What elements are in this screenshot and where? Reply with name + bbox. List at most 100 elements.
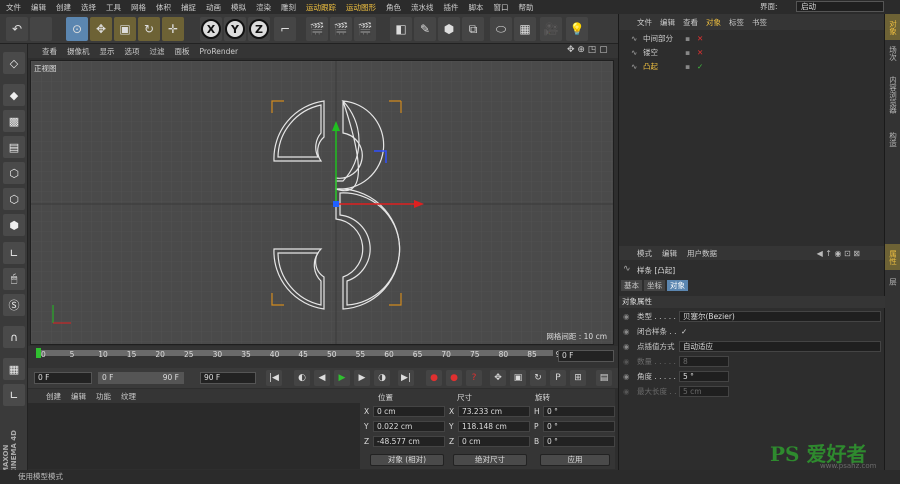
viewport-menu-item[interactable]: ProRender (200, 47, 239, 56)
menu-item[interactable]: 插件 (444, 2, 459, 13)
polygons-mode-icon[interactable]: ⬢ (3, 214, 25, 236)
keyframe-selection-icon[interactable]: ? (466, 370, 482, 386)
attribute-menu-item[interactable]: 模式 (637, 248, 652, 259)
viewport-menu-item[interactable]: 选项 (125, 46, 140, 57)
menu-item[interactable]: 创建 (56, 2, 71, 13)
menu-item[interactable]: 雕刻 (281, 2, 296, 13)
side-tab[interactable]: 层 (885, 272, 900, 292)
object-manager-tab[interactable]: 书签 (752, 17, 767, 28)
attribute-menu-item[interactable]: 用户数据 (687, 248, 717, 259)
rotation-field-h[interactable]: 0 ° (543, 406, 615, 417)
menu-item[interactable]: 流水线 (411, 2, 434, 13)
disabled-x-icon[interactable]: ✕ (697, 32, 703, 45)
attribute-select[interactable]: 贝塞尔(Bezier) (679, 311, 881, 322)
key-move-icon[interactable]: ✥ (490, 370, 506, 386)
animation-dot-icon[interactable]: ◉ (623, 340, 630, 353)
z-axis-lock-button[interactable]: Z (248, 17, 270, 41)
size-mode-select[interactable]: 绝对尺寸 (453, 454, 527, 466)
viewport-menu-item[interactable]: 查看 (42, 46, 57, 57)
attribute-number-field[interactable]: 5 cm (679, 386, 729, 397)
x-axis-lock-button[interactable]: X (200, 17, 222, 41)
animation-dot-icon[interactable]: ◉ (623, 355, 630, 368)
magnet-icon[interactable]: ∩ (3, 326, 25, 348)
viewport-nav-icons[interactable]: ✥ ⊕ ◳ ▢ (567, 45, 608, 55)
attribute-nav-icons[interactable]: ◀ ↑ ◉ ⊡ ⊠ (817, 249, 860, 258)
viewport-menu-item[interactable]: 摄像机 (67, 46, 90, 57)
viewport-menu-item[interactable]: 过滤 (150, 46, 165, 57)
material-menu-item[interactable]: 编辑 (71, 391, 86, 402)
auto-key-icon[interactable]: ● (446, 370, 462, 386)
attribute-menu-item[interactable]: 编辑 (662, 248, 677, 259)
side-tab[interactable]: 属性 (885, 244, 900, 270)
visibility-icon[interactable]: ▪ (685, 46, 690, 59)
menu-item[interactable]: 动画 (206, 2, 221, 13)
attribute-select[interactable]: 自动适应 (679, 341, 881, 352)
next-frame-icon[interactable]: ▶ (354, 370, 370, 386)
subdivision-icon[interactable]: ⬢ (438, 17, 460, 41)
apply-button[interactable]: 应用 (540, 454, 610, 466)
position-field-y[interactable]: 0.022 cm (373, 421, 445, 432)
redo-icon[interactable] (30, 17, 52, 41)
disabled-x-icon[interactable]: ✕ (697, 46, 703, 59)
viewport-menu-item[interactable]: 显示 (100, 46, 115, 57)
viewport-front[interactable]: 正视图 网格间距 : 10 cm (30, 60, 614, 345)
object-row[interactable]: ∿ 镂空 ▪ ✕ (619, 46, 885, 59)
render-settings-icon[interactable]: 🎬 (354, 17, 376, 41)
texture-mode-icon[interactable]: ▩ (3, 110, 25, 132)
viewport-menu-item[interactable]: 面板 (175, 46, 190, 57)
render-view-icon[interactable]: 🎬 (306, 17, 328, 41)
grid-lock-icon[interactable]: ▦ (3, 358, 25, 380)
closed-spline-checkbox[interactable]: ✓ (681, 325, 687, 338)
rotation-field-p[interactable]: 0 ° (543, 421, 615, 432)
goto-start-icon[interactable]: |◀ (266, 370, 282, 386)
key-rotate-icon[interactable]: ↻ (530, 370, 546, 386)
menu-item[interactable]: 角色 (386, 2, 401, 13)
key-scale-icon[interactable]: ▣ (510, 370, 526, 386)
key-param-icon[interactable]: P (550, 370, 566, 386)
size-field-y[interactable]: 118.148 cm (458, 421, 530, 432)
animation-dot-icon[interactable]: ◉ (623, 325, 630, 338)
prev-key-icon[interactable]: ◐ (294, 370, 310, 386)
attribute-tab[interactable]: 基本 (621, 280, 642, 291)
menu-item[interactable]: 帮助 (519, 2, 534, 13)
menu-item[interactable]: 选择 (81, 2, 96, 13)
menu-item[interactable]: 脚本 (469, 2, 484, 13)
timeline[interactable]: 051015202530354045505560657075808590 0 F (28, 346, 618, 368)
animation-dot-icon[interactable]: ◉ (623, 370, 630, 383)
side-tab[interactable]: 构造 (885, 126, 900, 152)
undo-icon[interactable]: ↶ (6, 17, 28, 41)
light-icon[interactable]: 💡 (566, 17, 588, 41)
material-menu-item[interactable]: 功能 (96, 391, 111, 402)
menu-item[interactable]: 渲染 (256, 2, 271, 13)
record-icon[interactable]: ● (426, 370, 442, 386)
visibility-icon[interactable]: ▪ (685, 60, 690, 73)
attribute-number-field[interactable]: 8 (679, 356, 729, 367)
viewport-canvas[interactable] (31, 61, 614, 345)
array-icon[interactable]: ⧉ (462, 17, 484, 41)
position-field-x[interactable]: 0 cm (373, 406, 445, 417)
current-frame-field[interactable]: 0 F (558, 350, 614, 362)
workplane-icon[interactable]: ▤ (3, 136, 25, 158)
side-tab[interactable]: 对象 (885, 14, 900, 40)
prev-frame-icon[interactable]: ◀ (314, 370, 330, 386)
menu-item[interactable]: 运动图形 (346, 2, 376, 13)
deformer-icon[interactable]: ⬭ (490, 17, 512, 41)
snap-icon[interactable]: Ⓢ (3, 294, 25, 316)
rotate-tool-icon[interactable]: ↻ (138, 17, 160, 41)
move-tool-icon[interactable]: ✥ (90, 17, 112, 41)
object-row[interactable]: ∿ 中间部分 ▪ ✕ (619, 32, 885, 45)
attribute-tab[interactable]: 对象 (667, 280, 688, 291)
size-field-z[interactable]: 0 cm (458, 436, 530, 447)
select-tool-icon[interactable]: ⊙ (66, 17, 88, 41)
camera-icon[interactable]: 🎥 (540, 17, 562, 41)
start-frame-field[interactable]: 0 F (34, 372, 92, 384)
enabled-check-icon[interactable]: ✓ (697, 60, 703, 73)
make-editable-icon[interactable]: ◇ (3, 52, 25, 74)
coordinate-system-icon[interactable]: ⌐ (274, 17, 296, 41)
play-icon[interactable]: ▶ (334, 370, 350, 386)
scale-tool-icon[interactable]: ▣ (114, 17, 136, 41)
goto-end-icon[interactable]: ▶| (398, 370, 414, 386)
end-frame-field[interactable]: 90 F (200, 372, 256, 384)
y-axis-lock-button[interactable]: Y (224, 17, 246, 41)
object-row[interactable]: ∿ 凸起 ▪ ✓ (619, 60, 885, 73)
